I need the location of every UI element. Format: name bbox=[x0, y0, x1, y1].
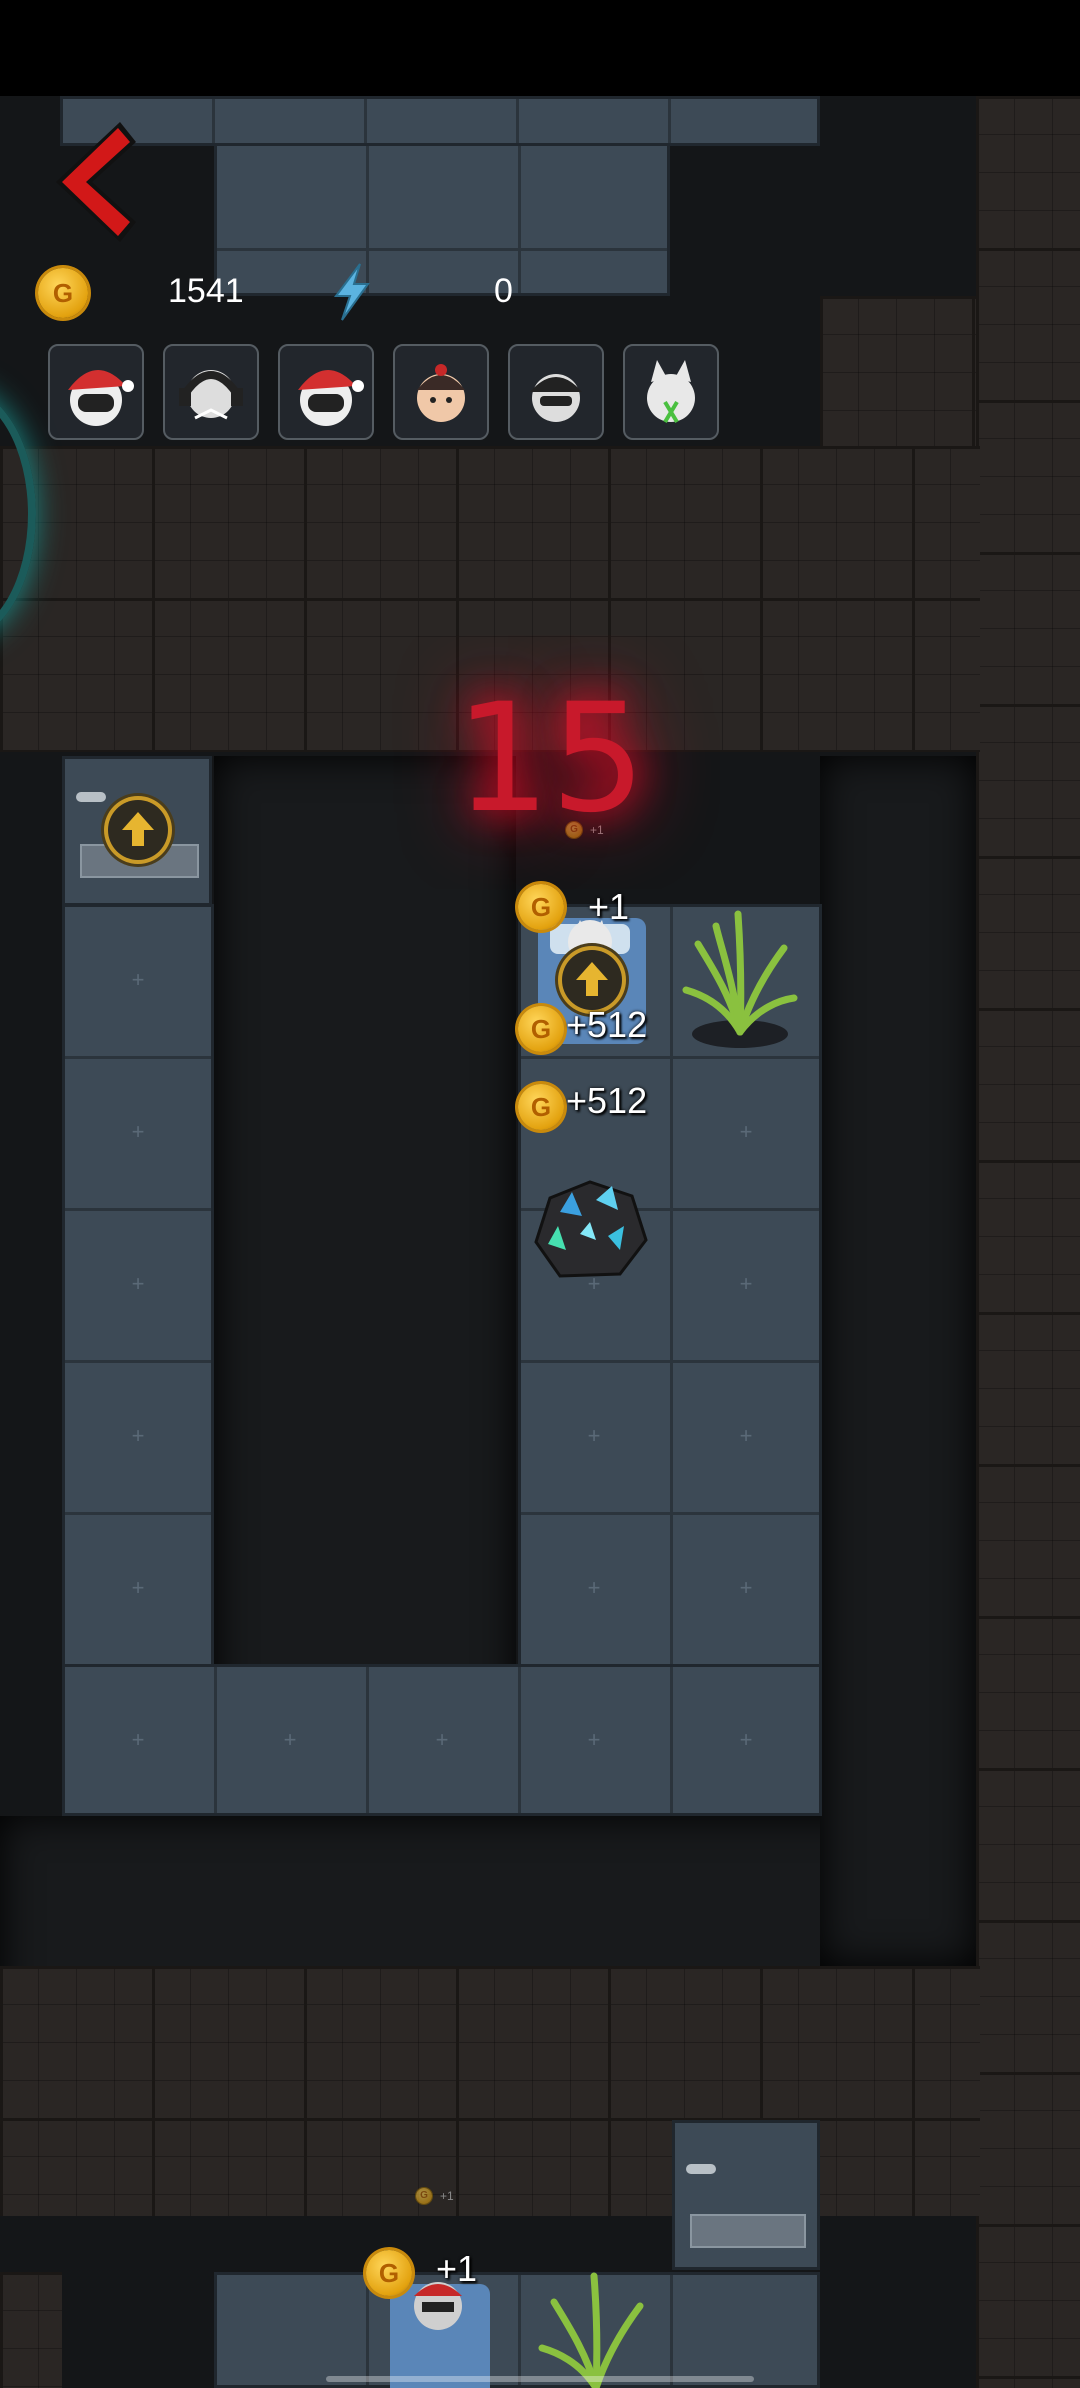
potted-plant-bottom[interactable] bbox=[536, 2272, 656, 2388]
empty-slot-plus[interactable]: + bbox=[736, 1729, 756, 1751]
gold-coin-icon: G bbox=[518, 884, 564, 930]
empty-slot-plus[interactable]: + bbox=[432, 1729, 452, 1751]
gold-coin-icon: G bbox=[366, 2250, 412, 2296]
gold-coin-icon: G bbox=[38, 268, 88, 318]
character-slot[interactable] bbox=[278, 344, 374, 440]
empty-slot-plus[interactable]: + bbox=[128, 1273, 148, 1295]
empty-slot-plus[interactable]: + bbox=[128, 1121, 148, 1143]
empty-slot-plus[interactable]: + bbox=[584, 1425, 604, 1447]
faint-income-label: +1 bbox=[440, 2189, 454, 2203]
gold-coin-icon: G bbox=[518, 1084, 564, 1130]
upper-corridor-floor bbox=[60, 96, 820, 146]
potted-plant[interactable] bbox=[680, 904, 800, 1054]
upgrade-arrow-button-door[interactable] bbox=[108, 800, 168, 860]
floor-bottom-room bbox=[214, 2272, 820, 2388]
wall-band-2 bbox=[0, 1966, 980, 2216]
character-slot[interactable] bbox=[623, 344, 719, 440]
ore-income-label: +512 bbox=[566, 1080, 648, 1121]
bed-income-label: +1 bbox=[588, 886, 630, 927]
empty-slot-plus[interactable]: + bbox=[736, 1577, 756, 1599]
plant-income-label: +512 bbox=[566, 1004, 648, 1045]
back-button[interactable] bbox=[40, 114, 140, 250]
empty-slot-plus[interactable]: + bbox=[128, 1729, 148, 1751]
empty-slot-plus[interactable]: + bbox=[736, 1273, 756, 1295]
character-slot[interactable] bbox=[163, 344, 259, 440]
character-slot[interactable] bbox=[508, 344, 604, 440]
status-bar bbox=[0, 0, 1080, 96]
door-slot-bottom bbox=[690, 2214, 806, 2248]
corridor-right bbox=[820, 756, 976, 1966]
countdown-timer: 15 bbox=[455, 672, 646, 846]
upgrade-arrow-button[interactable] bbox=[562, 950, 622, 1010]
coin-count: 1541 bbox=[168, 272, 244, 310]
key-icon bbox=[76, 792, 106, 802]
bottom-bed-income-label: +1 bbox=[436, 2248, 478, 2289]
empty-slot-plus[interactable]: + bbox=[584, 1577, 604, 1599]
wall-bottom-left bbox=[0, 2272, 62, 2388]
empty-slot-plus[interactable]: + bbox=[736, 1121, 756, 1143]
energy-count: 0 bbox=[494, 272, 513, 310]
character-slot[interactable] bbox=[393, 344, 489, 440]
empty-slot-plus[interactable]: + bbox=[128, 1425, 148, 1447]
lightning-icon bbox=[330, 262, 374, 322]
corridor-middle bbox=[214, 756, 516, 1756]
wall-right-edge bbox=[976, 96, 1080, 2388]
empty-slot-plus[interactable]: + bbox=[736, 1425, 756, 1447]
character-slot[interactable] bbox=[48, 344, 144, 440]
empty-slot-plus[interactable]: + bbox=[280, 1729, 300, 1751]
crystal-ore[interactable] bbox=[520, 1152, 660, 1292]
faint-coin-icon: G bbox=[416, 2188, 432, 2204]
key-icon-bottom bbox=[686, 2164, 716, 2174]
empty-slot-plus[interactable]: + bbox=[128, 1577, 148, 1599]
back-chevron-icon bbox=[56, 122, 136, 242]
home-indicator bbox=[326, 2376, 754, 2382]
empty-slot-plus[interactable]: + bbox=[584, 1729, 604, 1751]
empty-slot-plus[interactable]: + bbox=[128, 969, 148, 991]
gold-coin-icon: G bbox=[518, 1006, 564, 1052]
